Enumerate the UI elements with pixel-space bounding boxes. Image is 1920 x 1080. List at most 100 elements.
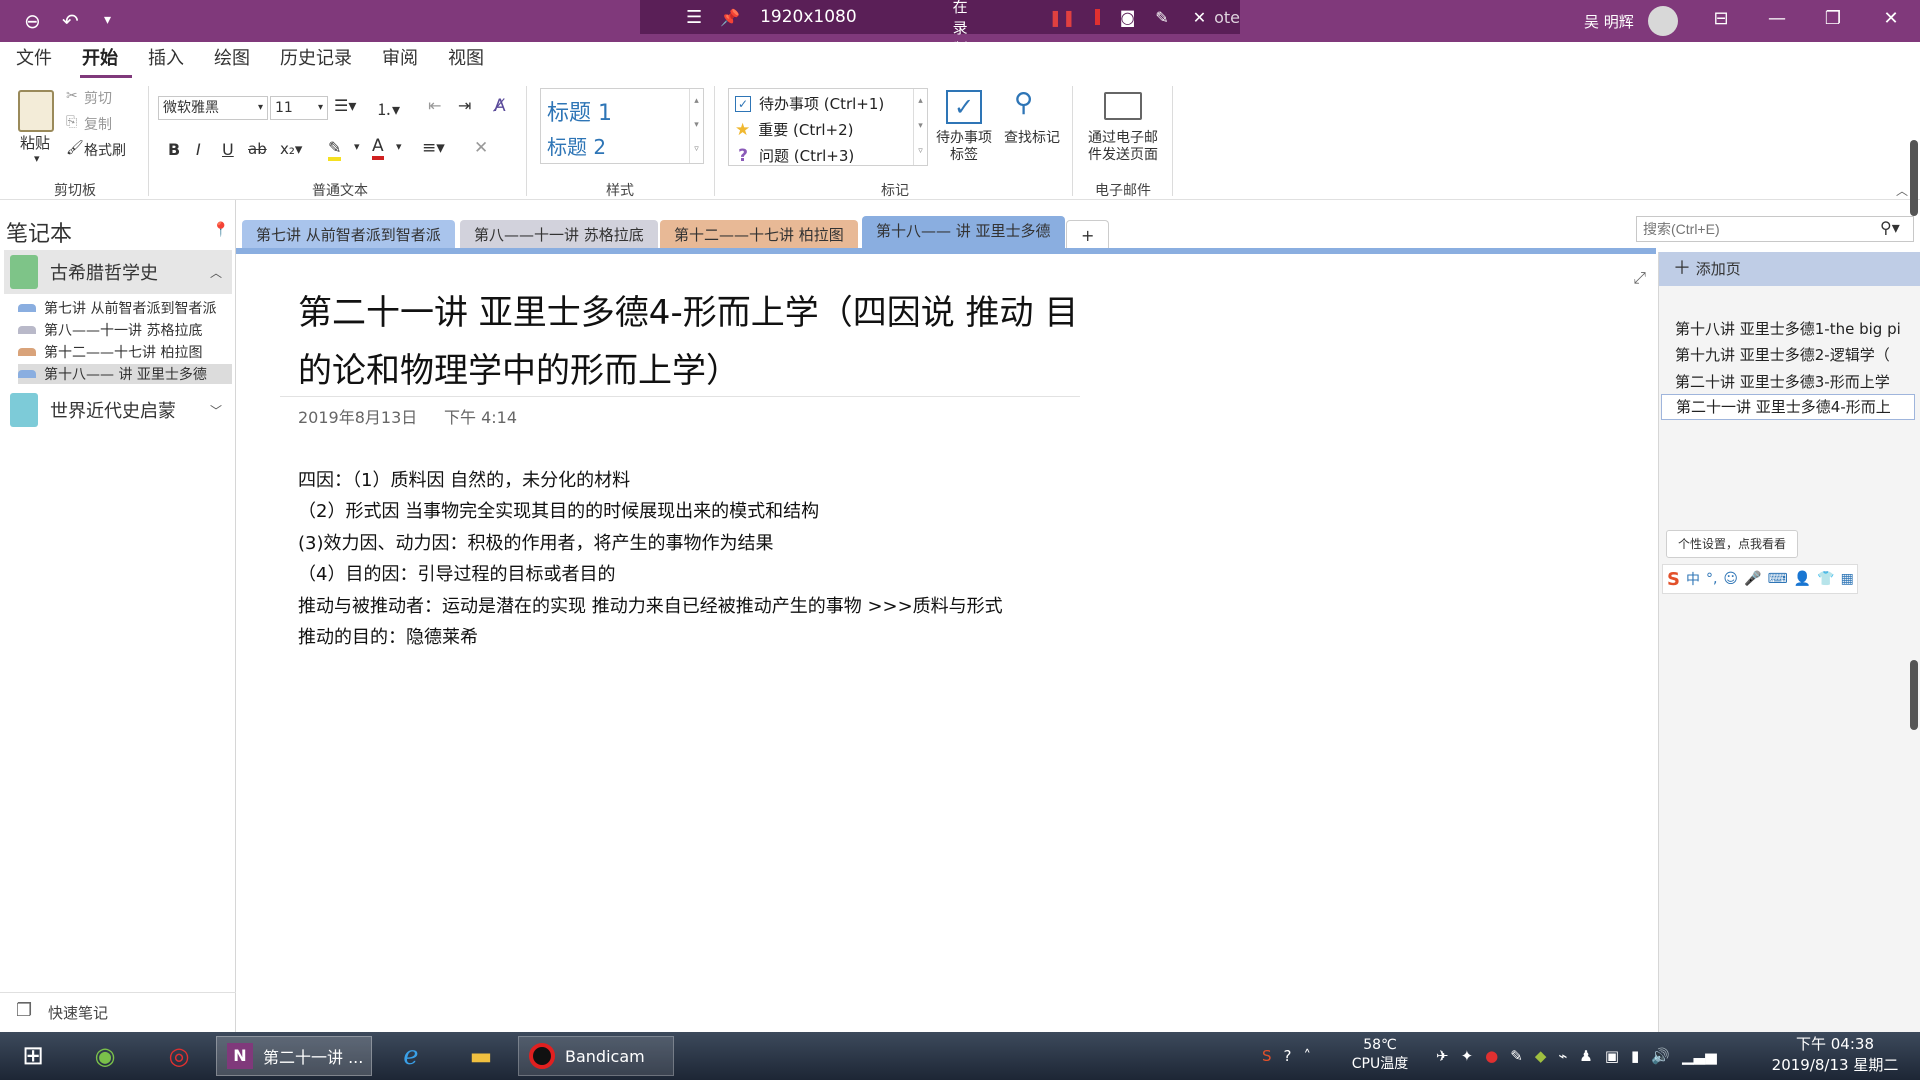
align-icon[interactable]: ≡▾ [422, 138, 445, 158]
copy-button[interactable]: 复制 [84, 114, 112, 134]
sogou-logo-icon[interactable]: S [1667, 569, 1680, 590]
tray-icon[interactable]: ⌁ [1558, 1047, 1567, 1065]
quick-notes[interactable]: ❐ 快速笔记 [0, 992, 236, 1032]
highlight-icon[interactable]: ✎ [328, 138, 342, 161]
close-icon[interactable]: ✕ [1876, 8, 1906, 29]
note-line[interactable]: （4）目的因：引导过程的目标或者目的 [298, 560, 615, 586]
cut-button[interactable]: 剪切 [84, 88, 112, 108]
notebook-item[interactable]: 古希腊哲学史 ︿ [4, 250, 232, 294]
tray-icon[interactable]: ♟ [1579, 1047, 1592, 1065]
tray-icon[interactable]: ✦ [1461, 1047, 1474, 1065]
pause-icon[interactable]: ❚❚ [1049, 8, 1076, 27]
network-icon[interactable]: ▁▃▅ [1682, 1047, 1717, 1065]
italic-icon[interactable]: I [196, 140, 201, 159]
search-icon[interactable]: ⚲▾ [1880, 218, 1900, 237]
menu-history[interactable]: 历史记录 [278, 44, 366, 78]
tray-icon[interactable]: ◆ [1535, 1047, 1547, 1065]
styles-scroll[interactable]: ▴ ▾ ▿ [689, 89, 703, 163]
menu-insert[interactable]: 插入 [146, 44, 198, 78]
tray-icon[interactable]: ✎ [1510, 1047, 1523, 1065]
page-list-item[interactable]: 第十九讲 亚里士多德2-逻辑学（ [1675, 344, 1915, 365]
bold-icon[interactable]: B [168, 140, 180, 159]
increase-indent-icon[interactable]: ⇥ [458, 96, 471, 115]
page-list-scrollbar[interactable] [1910, 660, 1918, 730]
find-tags-icon[interactable]: ⚲ [1014, 88, 1033, 118]
strikethrough-icon[interactable]: ab [248, 140, 267, 158]
back-icon[interactable]: ⊖ [24, 9, 41, 33]
paste-button[interactable]: 粘贴 [20, 132, 50, 153]
app-icon[interactable]: ◉ [80, 1036, 130, 1076]
section-item[interactable]: 第七讲 从前智者派到智者派 [18, 298, 232, 318]
expand-icon[interactable]: ⤢ [1633, 268, 1646, 288]
punctuation-icon[interactable]: °, [1706, 571, 1717, 587]
ime-mode[interactable]: 中 [1686, 569, 1700, 589]
font-color-icon[interactable]: A [372, 136, 384, 160]
delete-icon[interactable]: ✕ [474, 138, 488, 158]
menu-view[interactable]: 视图 [446, 44, 498, 78]
microphone-icon[interactable]: 🎤 [1744, 571, 1761, 587]
ie-icon[interactable]: ℯ [386, 1036, 436, 1076]
font-color-dropdown-icon[interactable]: ▾ [396, 140, 402, 153]
todo-tag-icon[interactable]: ✓ [946, 90, 982, 124]
style-heading-2[interactable]: 标题 2 [547, 131, 606, 160]
emoji-icon[interactable]: ☺ [1723, 571, 1738, 587]
font-size-select[interactable]: 11 ▾ [270, 96, 328, 120]
help-tray-icon[interactable]: ? [1284, 1047, 1292, 1065]
font-family-select[interactable]: 微软雅黑 ▾ [158, 96, 268, 120]
menu-icon[interactable]: ☰ [686, 7, 702, 28]
style-heading-1[interactable]: 标题 1 [547, 95, 612, 127]
volume-icon[interactable]: 🔊 [1651, 1047, 1670, 1065]
add-page-button[interactable]: ＋ 添加页 [1659, 252, 1920, 286]
tray-icon[interactable]: ▮ [1631, 1047, 1639, 1065]
tray-icon[interactable]: ▣ [1605, 1047, 1619, 1065]
underline-icon[interactable]: U [222, 140, 234, 159]
bullets-icon[interactable]: ☰▾ [334, 96, 356, 115]
notebook-item[interactable]: 世界近代史启蒙 ﹀ [4, 388, 232, 432]
menu-review[interactable]: 审阅 [380, 44, 432, 78]
numbering-icon[interactable]: ⒈▾ [376, 96, 400, 120]
taskbar-bandicam[interactable]: Bandicam [518, 1036, 674, 1076]
netease-music-icon[interactable]: ◎ [154, 1036, 204, 1076]
paste-dropdown-icon[interactable]: ▾ [34, 152, 40, 165]
highlight-dropdown-icon[interactable]: ▾ [354, 140, 360, 153]
page-list-item[interactable]: 第二十讲 亚里士多德3-形而上学 [1675, 371, 1915, 392]
email-page-icon[interactable] [1104, 92, 1142, 120]
tags-scroll[interactable]: ▴ ▾ ▿ [913, 89, 927, 165]
ribbon-display-icon[interactable]: ⊟ [1706, 8, 1736, 29]
find-tags-button[interactable]: 查找标记 [1000, 130, 1064, 147]
skin-icon[interactable]: 👕 [1817, 571, 1834, 587]
restore-icon[interactable]: ❐ [1818, 8, 1848, 29]
keyboard-icon[interactable]: ⌨ [1767, 571, 1787, 587]
chevron-down-icon[interactable]: ﹀ [210, 402, 222, 419]
styles-gallery[interactable]: 标题 1 标题 2 ▴ ▾ ▿ [540, 88, 704, 164]
paste-icon[interactable] [18, 90, 54, 132]
page-list-item-selected[interactable]: 第二十一讲 亚里士多德4-形而上 [1661, 394, 1915, 420]
section-tab-active[interactable]: 第十八—— 讲 亚里士多德 [862, 216, 1065, 252]
note-line[interactable]: (3)效力因、动力因：积极的作用者，将产生的事物作为结果 [298, 529, 774, 555]
tag-todo[interactable]: ✓ 待办事项 (Ctrl+1) [735, 93, 884, 114]
pin-pane-icon[interactable]: 📍 [212, 222, 229, 238]
minimize-icon[interactable]: — [1762, 8, 1792, 29]
undo-icon[interactable]: ↶ [62, 9, 79, 33]
taskbar-onenote[interactable]: N 第二十一讲 ... [216, 1036, 372, 1076]
customize-quick-access-icon[interactable]: ▾ [104, 12, 111, 28]
email-page-button[interactable]: 通过电子邮 件发送页面 [1080, 130, 1166, 164]
section-item[interactable]: 第八——十一讲 苏格拉底 [18, 320, 232, 340]
avatar[interactable] [1648, 6, 1678, 36]
format-painter-button[interactable]: 格式刷 [84, 140, 126, 160]
note-line[interactable]: 推动与被推动者：运动是潜在的实现 推动力来自已经被推动产生的事物 >>>质料与形… [298, 592, 1003, 618]
record-tray-icon[interactable]: ● [1485, 1047, 1498, 1065]
chevron-up-icon[interactable]: ︿ [210, 264, 222, 281]
user-icon[interactable]: 👤 [1794, 571, 1811, 587]
todo-tag-button[interactable]: 待办事项 标签 [932, 130, 996, 164]
ribbon-scrollbar[interactable] [1910, 140, 1918, 216]
section-item[interactable]: 第十二——十七讲 柏拉图 [18, 342, 232, 362]
search-input[interactable] [1636, 216, 1914, 242]
tray-icon[interactable]: ✈ [1436, 1047, 1449, 1065]
section-item-selected[interactable]: 第十八—— 讲 亚里士多德 [18, 364, 232, 384]
note-line[interactable]: 四因：（1）质料因 自然的，未分化的材料 [298, 466, 630, 492]
menu-home[interactable]: 开始 [80, 44, 132, 78]
clear-formatting-icon[interactable]: A̸ [494, 96, 506, 116]
tray-expand-icon[interactable]: ˄ [1304, 1047, 1312, 1065]
page-title[interactable]: 第二十一讲 亚里士多德4-形而上学（四因说 推动 目的论和物理学中的形而上学） [298, 284, 1088, 400]
